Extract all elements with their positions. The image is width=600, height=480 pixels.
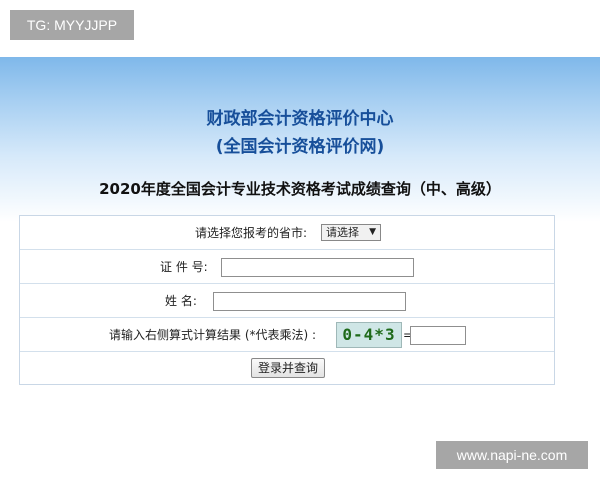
captcha-answer-input[interactable] <box>410 326 466 345</box>
query-form: 请选择您报考的省市: 请选择 ▼ 证 件 号: 姓 名: 请输入右侧算式计算结果… <box>19 215 555 385</box>
tg-badge: TG: MYYJJPP <box>10 10 134 40</box>
id-number-label: 证 件 号: <box>160 260 208 274</box>
captcha-label: 请输入右侧算式计算结果 (*代表乘法) : <box>109 328 317 342</box>
page-title: 2020年度全国会计专业技术资格考试成绩查询（中、高级） <box>99 180 501 198</box>
province-select-value: 请选择 <box>326 226 359 239</box>
captcha-image[interactable]: 0-4*3 <box>336 322 402 348</box>
dropdown-arrow-icon: ▼ <box>369 227 376 237</box>
province-label: 请选择您报考的省市: <box>195 226 308 240</box>
id-number-row: 证 件 号: <box>20 250 554 284</box>
login-query-button[interactable]: 登录并查询 <box>251 358 325 378</box>
org-title: 财政部会计资格评价中心 <box>206 109 394 129</box>
province-row: 请选择您报考的省市: 请选择 ▼ <box>20 216 554 250</box>
name-label: 姓 名: <box>165 294 197 308</box>
submit-row: 登录并查询 <box>20 352 554 386</box>
org-subtitle: (全国会计资格评价网) <box>215 137 385 157</box>
name-row: 姓 名: <box>20 284 554 318</box>
province-select[interactable]: 请选择 ▼ <box>321 224 381 241</box>
name-input[interactable] <box>213 292 406 311</box>
watermark: www.napi-ne.com <box>436 441 588 469</box>
captcha-row: 请输入右侧算式计算结果 (*代表乘法) : 0-4*3 = <box>20 318 554 352</box>
id-number-input[interactable] <box>221 258 414 277</box>
